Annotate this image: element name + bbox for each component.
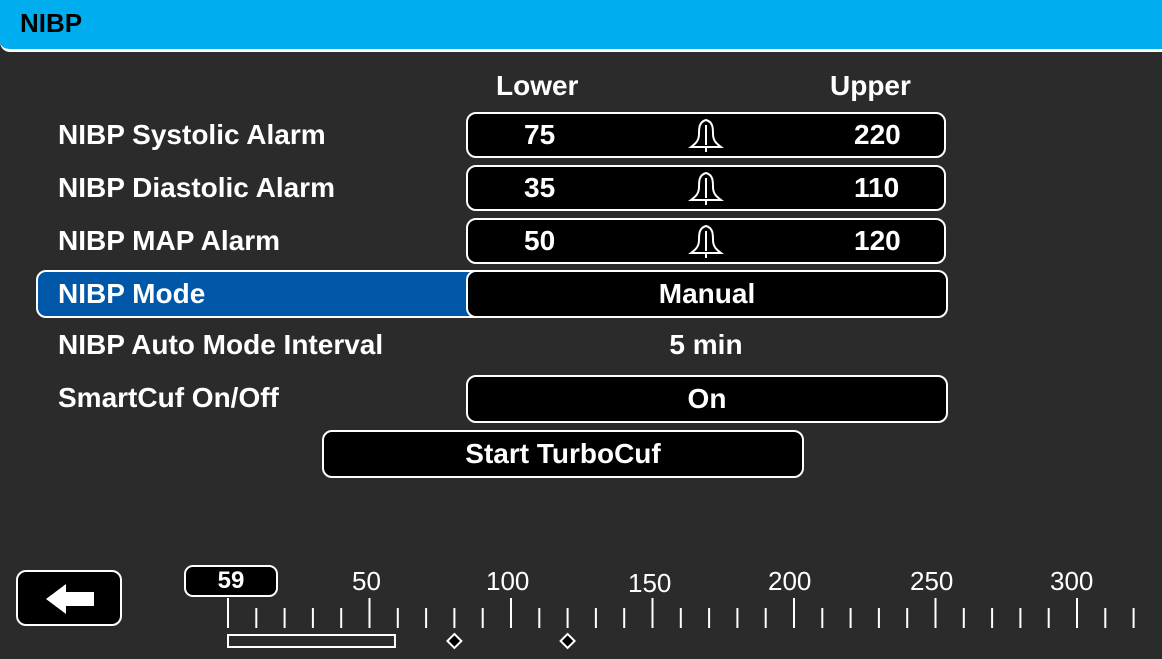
start-turbocuf-button[interactable]: Start TurboCuf xyxy=(322,430,804,478)
bell-icon xyxy=(686,224,726,265)
map-upper-value: 120 xyxy=(854,225,901,256)
diastolic-upper-value: 110 xyxy=(854,172,900,203)
systolic-alarm-label: NIBP Systolic Alarm xyxy=(58,119,326,150)
systolic-alarm-limits[interactable]: 75 220 xyxy=(466,112,946,158)
column-header-lower: Lower xyxy=(496,70,579,101)
limit-marker-icon[interactable] xyxy=(559,632,577,650)
systolic-upper-value: 220 xyxy=(854,119,901,150)
systolic-lower-value: 75 xyxy=(524,119,556,150)
column-header-upper: Upper xyxy=(830,70,911,101)
bell-icon xyxy=(686,118,726,159)
value-slider[interactable] xyxy=(0,560,1162,659)
auto-interval-value: 5 min xyxy=(669,329,743,360)
map-alarm-limits[interactable]: 50 120 xyxy=(466,218,946,264)
diastolic-alarm-limits[interactable]: 35 110 xyxy=(466,165,946,211)
smartcuf-toggle[interactable]: On xyxy=(466,375,948,423)
title-bar: NIBP xyxy=(0,0,1162,52)
bell-icon xyxy=(686,171,726,212)
diastolic-lower-value: 35 xyxy=(524,172,556,203)
page-title: NIBP xyxy=(20,8,83,38)
slider-fill-bar xyxy=(227,634,396,648)
map-alarm-label: NIBP MAP Alarm xyxy=(58,225,280,256)
limit-marker-icon[interactable] xyxy=(445,632,463,650)
diastolic-alarm-label: NIBP Diastolic Alarm xyxy=(58,172,335,203)
map-lower-value: 50 xyxy=(524,225,556,256)
auto-interval-label: NIBP Auto Mode Interval xyxy=(58,329,384,360)
nibp-mode-label: NIBP Mode xyxy=(58,278,206,309)
nibp-mode-select[interactable]: Manual xyxy=(466,270,948,318)
smartcuf-label: SmartCuf On/Off xyxy=(58,382,279,413)
